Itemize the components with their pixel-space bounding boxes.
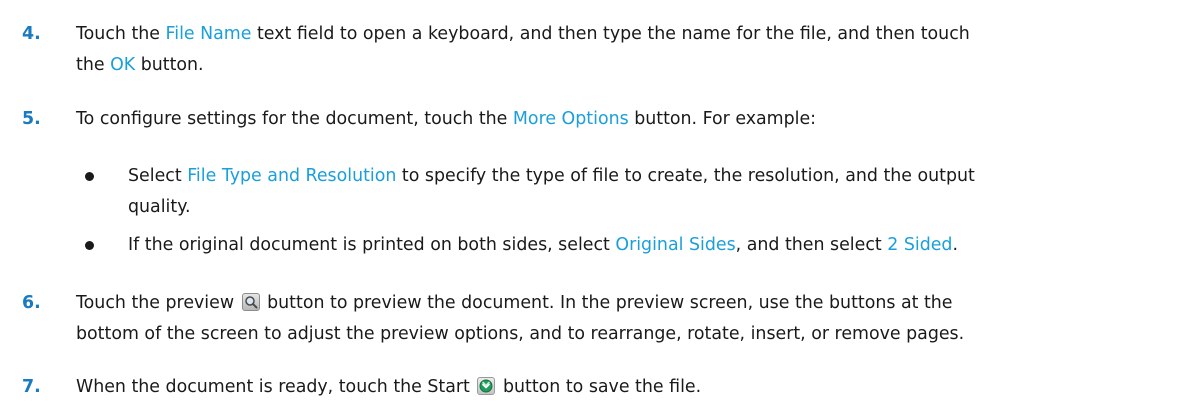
text: . (952, 235, 959, 255)
text: , and then select (735, 235, 888, 255)
step-number: 4. (22, 24, 41, 44)
bullet-text-line: If the original document is printed on b… (128, 233, 958, 257)
ui-element-file-type-and-resolution: File Type and Resolution (187, 166, 397, 186)
text: When the document is ready, touch the St… (76, 377, 476, 397)
step-number: 6. (22, 293, 41, 313)
step-text-line: When the document is ready, touch the St… (76, 375, 701, 399)
bullet-icon (85, 241, 94, 250)
text: button to preview the document. In the p… (261, 293, 953, 313)
text: button to save the file. (497, 377, 702, 397)
bullet-text-line: quality. (128, 197, 191, 217)
text: text field to open a keyboard, and then … (251, 24, 970, 44)
text: Touch the (76, 24, 166, 44)
bullet-icon (85, 172, 94, 181)
ui-element-more-options: More Options (512, 109, 629, 129)
text: to specify the type of file to create, t… (396, 166, 975, 186)
text: button. For example: (628, 109, 817, 129)
ui-element-original-sides: Original Sides (615, 235, 736, 255)
step-text-line: bottom of the screen to adjust the previ… (76, 324, 965, 344)
bullet-text-line: Select File Type and Resolution to speci… (128, 164, 975, 188)
ui-element-file-name: File Name (165, 24, 252, 44)
step-text-line: Touch the preview button to preview the … (76, 291, 953, 315)
step-text-line: the OK button. (76, 53, 204, 77)
text: Touch the preview (76, 293, 240, 313)
step-number: 7. (22, 377, 41, 397)
text: Select (128, 166, 188, 186)
step-text-line: To configure settings for the document, … (76, 107, 816, 131)
preview-magnifier-icon (241, 293, 260, 311)
text: the (76, 55, 111, 75)
text: If the original document is printed on b… (128, 235, 616, 255)
start-button-icon (477, 377, 496, 395)
text: button. (135, 55, 204, 75)
ui-element-2-sided: 2 Sided (887, 235, 953, 255)
text: To configure settings for the document, … (76, 109, 513, 129)
ui-element-ok: OK (110, 55, 136, 75)
step-text-line: Touch the File Name text field to open a… (76, 22, 970, 46)
step-number: 5. (22, 109, 41, 129)
